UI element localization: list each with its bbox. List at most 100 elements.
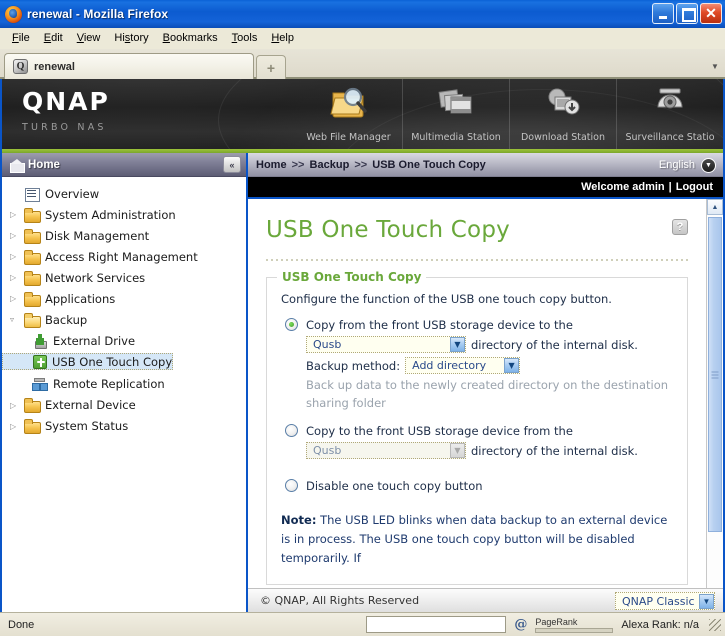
station-web-file-manager[interactable]: Web File Manager — [295, 79, 402, 149]
backup-method-label: Backup method: — [306, 357, 400, 375]
scroll-up-button[interactable]: ▲ — [707, 199, 723, 215]
breadcrumb-backup[interactable]: Backup — [310, 159, 350, 171]
camera-icon — [650, 85, 690, 119]
welcome-text: Welcome admin|Logout — [581, 181, 713, 193]
menu-item-view[interactable]: View — [70, 30, 108, 46]
pagerank-label: PageRank — [535, 617, 613, 627]
sidebar-item-external-drive[interactable]: External Drive — [2, 330, 246, 351]
breadcrumb-home[interactable]: Home — [256, 159, 287, 171]
chevron-down-icon[interactable]: ▼ — [504, 358, 519, 373]
language-label: English — [659, 159, 695, 171]
window-controls: ✕ — [652, 3, 722, 24]
pagerank-widget[interactable]: PageRank — [535, 617, 613, 633]
vertical-scrollbar[interactable]: ▲ — [706, 199, 723, 588]
help-button[interactable]: ? — [672, 219, 688, 235]
station-surveillance[interactable]: Surveillance Statio — [616, 79, 723, 149]
directory-select-source-value: Qusb — [313, 336, 450, 354]
scrollbar-track[interactable] — [707, 215, 723, 588]
station-multimedia[interactable]: Multimedia Station — [402, 79, 509, 149]
sidebar-item-label: External Device — [45, 398, 136, 412]
scrollbar-grip-icon — [712, 371, 719, 378]
chevron-right-icon[interactable]: ▷ — [10, 422, 24, 431]
sidebar-item-disk-management[interactable]: ▷ Disk Management — [2, 225, 246, 246]
station-label: Web File Manager — [306, 132, 390, 143]
sidebar-header: Home « — [2, 153, 246, 177]
window-title: renewal - Mozilla Firefox — [27, 7, 168, 21]
folder-icon — [24, 398, 40, 412]
external-drive-icon — [32, 334, 48, 348]
sidebar-item-access-right-management[interactable]: ▷ Access Right Management — [2, 246, 246, 267]
logout-link[interactable]: Logout — [676, 181, 713, 193]
station-label: Surveillance Statio — [625, 132, 714, 143]
option-body: Disable one touch copy button — [306, 477, 483, 495]
at-icon[interactable]: @ — [512, 616, 529, 633]
chevron-right-icon[interactable]: ▷ — [10, 273, 24, 282]
menu-item-edit[interactable]: Edit — [37, 30, 70, 46]
breadcrumb-separator: >> — [354, 159, 367, 171]
sidebar-item-external-device[interactable]: ▷ External Device — [2, 395, 246, 416]
sidebar-item-applications[interactable]: ▷ Applications — [2, 288, 246, 309]
language-selector[interactable]: English ▼ — [659, 153, 716, 177]
scroll-area: ? USB One Touch Copy USB One Touch Copy … — [248, 199, 723, 588]
radio-copy-to-usb[interactable] — [285, 424, 298, 437]
directory-select-target-value: Qusb — [313, 442, 450, 460]
option-copy-from-usb[interactable]: Copy from the front USB storage device t… — [281, 316, 673, 412]
option2-directory-row: Qusb ▼ directory of the internal disk. — [306, 440, 638, 461]
theme-select-value: QNAP Classic — [622, 595, 699, 608]
chevron-right-icon[interactable]: ▷ — [10, 294, 24, 303]
qnap-tagline: TURBO NAS — [22, 122, 110, 133]
close-button[interactable]: ✕ — [700, 3, 722, 24]
sidebar-item-system-administration[interactable]: ▷ System Administration — [2, 204, 246, 225]
chevron-right-icon[interactable]: ▷ — [10, 231, 24, 240]
option-body: Copy to the front USB storage device fro… — [306, 422, 638, 461]
qnap-favicon-icon: Q — [13, 59, 28, 74]
maximize-button[interactable] — [676, 3, 698, 24]
menu-item-file[interactable]: FFileile — [5, 30, 37, 46]
option-copy-to-usb[interactable]: Copy to the front USB storage device fro… — [281, 422, 673, 461]
app-body: Home « Overview ▷ System Administration — [2, 153, 723, 612]
backup-method-hint: Back up data to the newly created direct… — [306, 376, 673, 412]
tab-list-chevron-down-icon[interactable]: ▼ — [708, 59, 722, 73]
sidebar-collapse-button[interactable]: « — [223, 156, 241, 173]
directory-select-target[interactable]: Qusb ▼ — [306, 442, 466, 459]
breadcrumb: Home >> Backup >> USB One Touch Copy — [256, 159, 486, 171]
option-disable[interactable]: Disable one touch copy button — [281, 477, 673, 495]
menu-item-history[interactable]: History — [107, 30, 155, 46]
station-label: Download Station — [521, 132, 605, 143]
chevron-down-icon[interactable]: ▼ — [701, 158, 716, 173]
sidebar-item-system-status[interactable]: ▷ System Status — [2, 416, 246, 437]
sidebar-item-label: Remote Replication — [53, 377, 165, 391]
chevron-down-icon[interactable]: ▼ — [450, 337, 465, 352]
radio-disable-one-touch-copy[interactable] — [285, 479, 298, 492]
close-icon: ✕ — [705, 6, 717, 20]
minimize-button[interactable] — [652, 3, 674, 24]
chevron-down-icon[interactable]: ▿ — [10, 315, 24, 324]
status-search-input[interactable] — [366, 616, 506, 633]
sidebar-item-overview[interactable]: Overview — [2, 183, 246, 204]
directory-select-source[interactable]: Qusb ▼ — [306, 336, 466, 353]
sidebar-item-usb-one-touch-copy[interactable]: USB One Touch Copy — [2, 353, 173, 370]
option2-text: Copy to the front USB storage device fro… — [306, 422, 638, 440]
chevron-right-icon[interactable]: ▷ — [10, 401, 24, 410]
station-download[interactable]: Download Station — [509, 79, 616, 149]
breadcrumb-bar: Home >> Backup >> USB One Touch Copy Eng… — [248, 153, 723, 177]
sidebar-item-backup[interactable]: ▿ Backup — [2, 309, 246, 330]
new-tab-button[interactable]: + — [256, 55, 286, 79]
backup-method-select[interactable]: Add directory ▼ — [405, 357, 520, 374]
menu-item-tools[interactable]: Tools — [225, 30, 265, 46]
radio-copy-from-usb[interactable] — [285, 318, 298, 331]
chevron-down-icon[interactable]: ▼ — [450, 443, 465, 458]
chevron-down-icon[interactable]: ▼ — [699, 594, 714, 609]
station-links: Web File Manager Multimedia Station — [295, 79, 723, 149]
sidebar-item-network-services[interactable]: ▷ Network Services — [2, 267, 246, 288]
scrollbar-thumb[interactable] — [708, 217, 722, 532]
menu-item-bookmarks[interactable]: Bookmarks — [156, 30, 225, 46]
chevron-right-icon[interactable]: ▷ — [10, 210, 24, 219]
theme-select[interactable]: QNAP Classic ▼ — [615, 592, 715, 610]
note-label: Note: — [281, 513, 316, 527]
tab-renewal[interactable]: Q renewal — [4, 53, 254, 79]
chevron-right-icon[interactable]: ▷ — [10, 252, 24, 261]
resize-grip-icon[interactable] — [709, 619, 721, 631]
menu-item-help[interactable]: Help — [264, 30, 301, 46]
sidebar-item-remote-replication[interactable]: Remote Replication — [2, 374, 246, 395]
